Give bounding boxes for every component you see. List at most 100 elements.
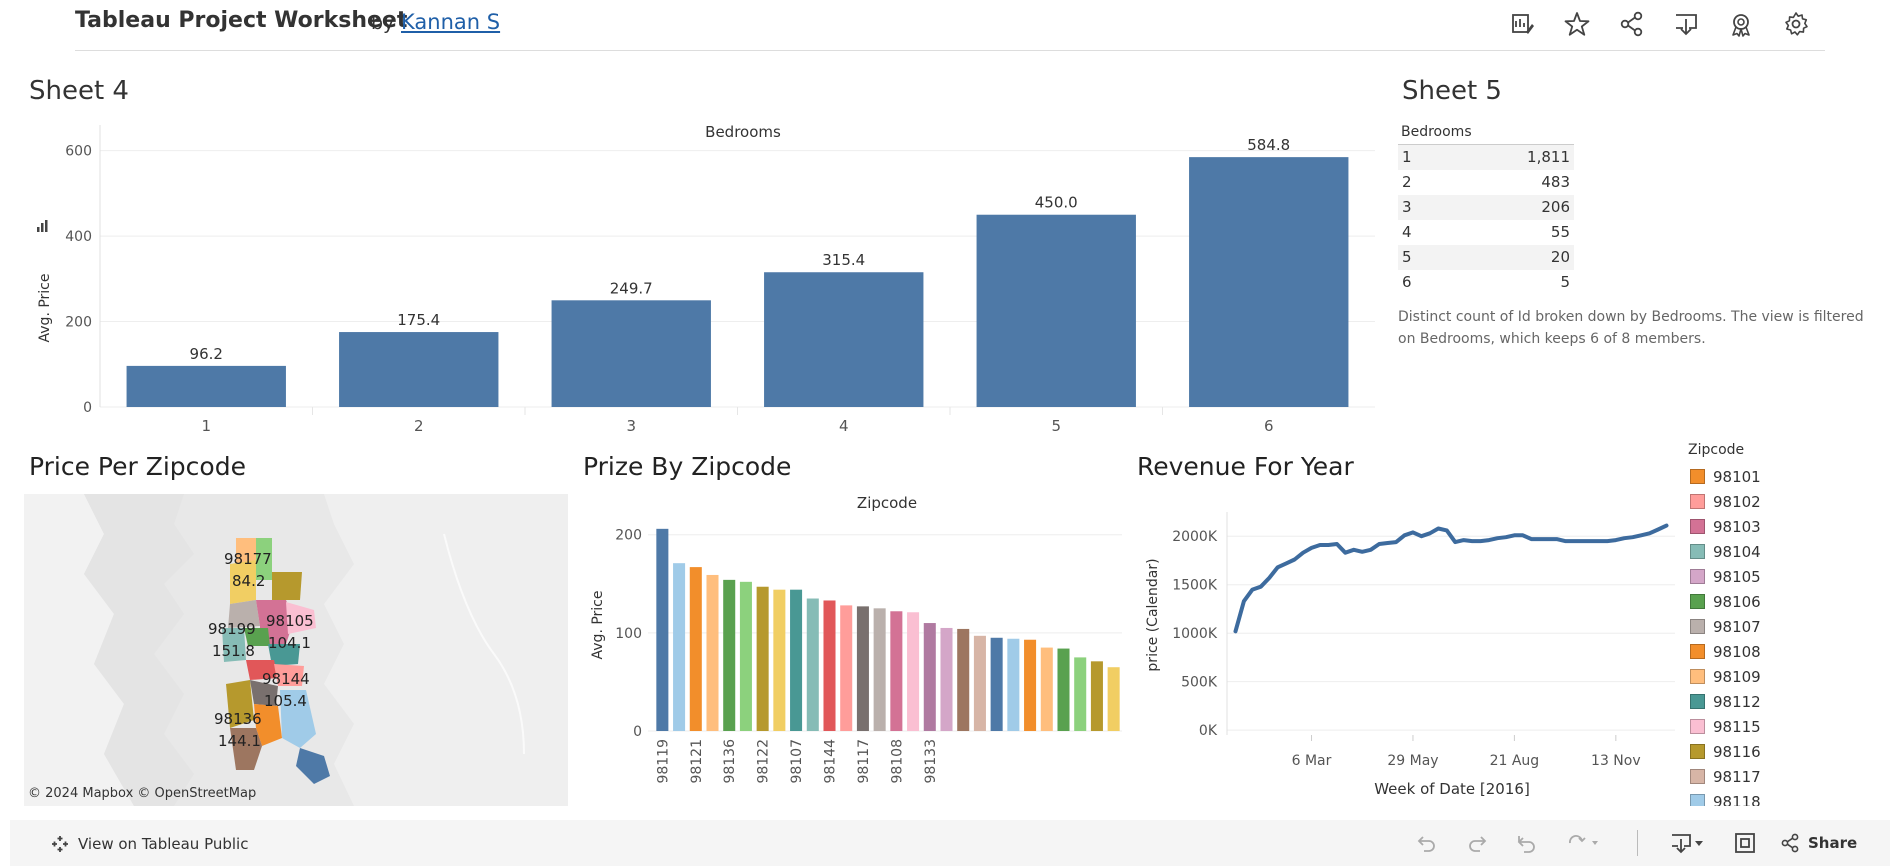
- legend-swatch: [1690, 494, 1705, 509]
- sheet4-ytick-label: 200: [65, 315, 92, 331]
- zip-bar[interactable]: [890, 611, 903, 731]
- sheet4-bar-label: 584.8: [1247, 136, 1290, 154]
- zip-bar[interactable]: [923, 623, 936, 731]
- legend-item[interactable]: 98106: [1688, 589, 1838, 614]
- legend-item[interactable]: 98101: [1688, 464, 1838, 489]
- legend-item[interactable]: 98102: [1688, 489, 1838, 514]
- zip-bar[interactable]: [656, 528, 669, 731]
- zip-bar[interactable]: [1040, 647, 1053, 731]
- zip-bar[interactable]: [806, 598, 819, 731]
- revert-icon[interactable]: [1516, 832, 1538, 854]
- sheet5-row[interactable]: 3 206: [1398, 195, 1574, 220]
- sheet5-row[interactable]: 2 483: [1398, 170, 1574, 195]
- legend-item[interactable]: 98108: [1688, 639, 1838, 664]
- zip-bar[interactable]: [873, 608, 886, 731]
- author-link[interactable]: Kannan S: [401, 10, 500, 34]
- settings-icon[interactable]: [1782, 10, 1810, 38]
- zip-xtick-label: 98121: [689, 739, 705, 784]
- zip-bar[interactable]: [1074, 657, 1087, 731]
- sheet5-row[interactable]: 4 55: [1398, 220, 1574, 245]
- revenue-ytick-label: 500K: [1181, 675, 1218, 691]
- zip-bar[interactable]: [739, 581, 752, 731]
- legend-item[interactable]: 98112: [1688, 689, 1838, 714]
- revenue-line[interactable]: [1233, 523, 1669, 634]
- sheet4-bar[interactable]: [976, 214, 1136, 407]
- zip-bar[interactable]: [706, 574, 719, 731]
- zip-ytick-label: 0: [633, 724, 642, 740]
- zip-bar[interactable]: [990, 637, 1003, 731]
- sheet5-row-value: 483: [1541, 173, 1570, 191]
- sheet5-title: Sheet 5: [1402, 76, 1502, 106]
- legend-swatch: [1690, 469, 1705, 484]
- sheet4-bar[interactable]: [126, 365, 286, 407]
- sheet5-row-label: 5: [1402, 248, 1412, 266]
- legend-item[interactable]: 98115: [1688, 714, 1838, 739]
- star-icon[interactable]: [1563, 10, 1591, 38]
- sheet4-title: Sheet 4: [29, 76, 129, 106]
- map-label-zip: 98199: [208, 620, 256, 638]
- revenue-ytick-label: 1500K: [1172, 578, 1218, 594]
- download-menu-icon[interactable]: [1670, 832, 1710, 854]
- revenue-ytick-label: 2000K: [1172, 529, 1218, 545]
- share-button[interactable]: Share: [1780, 833, 1857, 853]
- zip-chart-ylabel: Avg. Price: [590, 591, 606, 660]
- zip-bar[interactable]: [790, 589, 803, 731]
- legend-item[interactable]: 98117: [1688, 764, 1838, 789]
- map-label-zip: 98136: [214, 710, 262, 728]
- sheet4-bar-label: 249.7: [610, 279, 653, 297]
- sheet4-bar[interactable]: [339, 332, 499, 407]
- zip-bar[interactable]: [957, 628, 970, 731]
- legend-label: 98116: [1713, 742, 1761, 761]
- zip-bar[interactable]: [1007, 638, 1020, 731]
- sheet5-row[interactable]: 1 1,811: [1398, 145, 1574, 170]
- sheet4-bar[interactable]: [1189, 157, 1349, 407]
- zip-xtick-label: 98136: [722, 739, 738, 784]
- zip-bar[interactable]: [940, 627, 953, 731]
- sheet4-bar[interactable]: [764, 272, 924, 407]
- view-on-tableau-public-button[interactable]: View on Tableau Public: [50, 834, 248, 854]
- badge-icon[interactable]: [1727, 10, 1755, 38]
- legend-item[interactable]: 98104: [1688, 539, 1838, 564]
- zipcode-map[interactable]: 98177 84.2 98105 98199 151.8 104.1 98144…: [24, 494, 568, 806]
- legend-swatch: [1690, 794, 1705, 806]
- legend-item[interactable]: 98109: [1688, 664, 1838, 689]
- zip-bar[interactable]: [856, 606, 869, 731]
- sheet5-row[interactable]: 5 20: [1398, 245, 1574, 270]
- zip-ytick-label: 100: [615, 626, 642, 642]
- legend-item[interactable]: 98107: [1688, 614, 1838, 639]
- legend-item[interactable]: 98105: [1688, 564, 1838, 589]
- sheet5-row[interactable]: 65: [1398, 270, 1574, 295]
- map-attribution[interactable]: © 2024 Mapbox © OpenStreetMap: [28, 786, 256, 801]
- edit-icon[interactable]: [1508, 10, 1536, 38]
- zip-bar[interactable]: [907, 612, 920, 731]
- zip-bar[interactable]: [1057, 648, 1070, 731]
- revenue-xlabel: Week of Date [2016]: [1374, 780, 1530, 798]
- zip-bar[interactable]: [840, 605, 853, 731]
- sheet5-table: Bedrooms 1 1,811 2 483 3 206 4 55 5 20 6 5: [1398, 124, 1574, 295]
- zip-bar[interactable]: [756, 586, 769, 731]
- legend-item[interactable]: 98103: [1688, 514, 1838, 539]
- undo-icon[interactable]: [1416, 832, 1438, 854]
- zip-bar[interactable]: [1024, 639, 1037, 731]
- zip-bar[interactable]: [673, 563, 686, 731]
- share-icon[interactable]: [1618, 10, 1646, 38]
- legend-item[interactable]: 98118: [1688, 789, 1838, 806]
- legend-swatch: [1690, 719, 1705, 734]
- download-icon[interactable]: [1672, 10, 1700, 38]
- legend-swatch: [1690, 544, 1705, 559]
- legend-item[interactable]: 98116: [1688, 739, 1838, 764]
- zip-bar[interactable]: [723, 579, 736, 731]
- sheet4-bar[interactable]: [551, 300, 711, 407]
- prize-by-zipcode-chart: Zipcode Avg. Price 0 100 200 98119 98121 981…: [590, 494, 1122, 784]
- zip-bar[interactable]: [973, 635, 986, 731]
- zip-bar[interactable]: [773, 589, 786, 731]
- refresh-icon[interactable]: [1566, 832, 1598, 854]
- zip-bar[interactable]: [1107, 667, 1120, 731]
- fullscreen-icon[interactable]: [1734, 832, 1756, 854]
- zip-bar[interactable]: [1090, 661, 1103, 731]
- zip-bar[interactable]: [823, 600, 836, 731]
- zip-bar[interactable]: [689, 567, 702, 731]
- zipcode-legend[interactable]: Zipcode 98101 98102 98103 98104 98105 98106 98…: [1688, 442, 1838, 806]
- redo-icon[interactable]: [1466, 832, 1488, 854]
- legend-label: 98105: [1713, 567, 1761, 586]
